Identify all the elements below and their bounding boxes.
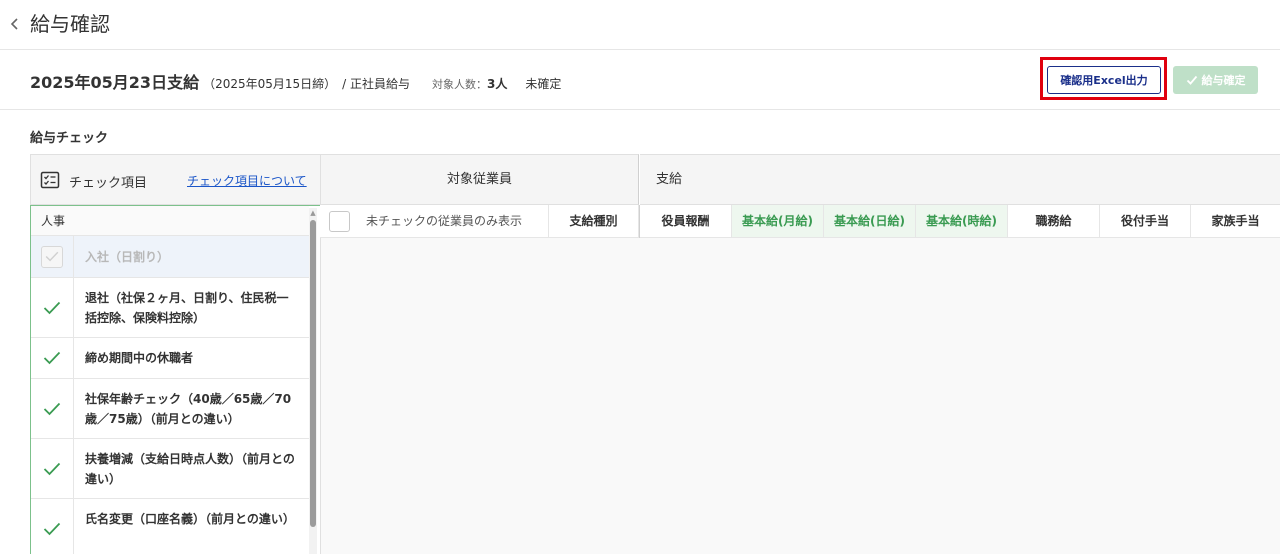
target-count-label: 対象人数： — [432, 78, 488, 91]
column-pay-type[interactable]: 支給種別 — [549, 205, 639, 237]
column-family-allowance[interactable]: 家族手当 — [1191, 205, 1280, 237]
check-item[interactable]: 氏名変更（口座名義）（前月との違い） — [31, 499, 309, 554]
check-cell[interactable] — [31, 338, 74, 378]
check-item[interactable]: 社保年齢チェック（40歳／65歳／70歳／75歳）（前月との違い） — [31, 379, 309, 439]
check-item[interactable]: 扶養増減（支給日時点人数）（前月との違い） — [31, 439, 309, 499]
check-item[interactable]: 退社（社保２ヶ月、日割り、住民税一括控除、保険料控除） — [31, 278, 309, 338]
check-cell[interactable] — [31, 439, 74, 498]
check-item-label: 氏名変更（口座名義）（前月との違い） — [85, 512, 295, 526]
check-icon — [43, 301, 61, 314]
check-icon — [43, 402, 61, 415]
payroll-type: / 正社員給与 — [342, 77, 411, 91]
chevron-left-icon — [10, 18, 18, 30]
employee-column-divider — [639, 205, 640, 238]
check-item-label: 社保年齢チェック（40歳／65歳／70歳／75歳）（前月との違い） — [85, 392, 292, 426]
category-hr: 人事 — [31, 206, 309, 236]
column-base-hourly[interactable]: 基本給(時給) — [916, 205, 1008, 237]
back-button[interactable] — [8, 12, 28, 36]
check-icon — [43, 351, 61, 365]
check-icon — [45, 251, 59, 262]
check-item[interactable]: 入社（日割り） — [31, 236, 309, 278]
check-cell[interactable] — [31, 379, 74, 438]
check-items-help-link[interactable]: チェック項目について — [187, 172, 307, 189]
column-job-pay[interactable]: 職務給 — [1008, 205, 1100, 237]
check-panel-header: チェック項目 チェック項目について — [30, 154, 320, 205]
column-base-daily[interactable]: 基本給(日給) — [824, 205, 916, 237]
page-title: 給与確認 — [30, 12, 110, 36]
unchecked-filter-label: 未チェックの従業員のみ表示 — [366, 214, 523, 228]
column-position-allowance[interactable]: 役付手当 — [1100, 205, 1191, 237]
section-title: 給与チェック — [30, 131, 109, 146]
confirm-payroll-label: 給与確定 — [1201, 74, 1246, 87]
check-icon — [43, 462, 61, 475]
top-header: 給与確認 — [0, 0, 1280, 50]
confirm-payroll-button[interactable]: 給与確定 — [1173, 66, 1258, 94]
check-item-label: 入社（日割り） — [85, 250, 170, 264]
check-item-label: 締め期間中の休職者 — [85, 351, 194, 365]
checkbox-disabled — [41, 245, 63, 268]
group-header-employee: 対象従業員 — [320, 154, 639, 205]
check-cell[interactable] — [31, 499, 74, 554]
pay-date: 2025年05月23日支給 — [30, 73, 200, 92]
column-officer-pay[interactable]: 役員報酬 — [640, 205, 732, 237]
check-icon — [43, 522, 61, 536]
check-cell[interactable] — [31, 236, 74, 277]
check-icon — [1186, 75, 1197, 85]
unchecked-only-checkbox[interactable] — [329, 211, 350, 232]
check-cell[interactable] — [31, 278, 74, 337]
column-base-monthly[interactable]: 基本給(月給) — [732, 205, 824, 237]
group-header-payment: 支給 — [640, 154, 1280, 205]
target-count-value: 3人 — [487, 77, 508, 91]
check-item-label: 退社（社保２ヶ月、日割り、住民税一括控除、保険料控除） — [85, 291, 289, 325]
table-body — [320, 238, 1280, 554]
check-list: 人事 入社（日割り） 退社（社保２ヶ月、日割り、住民税一括控除、保険料控除） 締… — [30, 205, 321, 554]
check-item[interactable]: 締め期間中の休職者 — [31, 338, 309, 379]
scroll-up-icon[interactable]: ▲ — [309, 208, 317, 218]
unchecked-filter[interactable]: 未チェックの従業員のみ表示 — [320, 205, 549, 237]
check-item-label: 扶養増減（支給日時点人数）（前月との違い） — [85, 452, 295, 486]
column-header-row: 未チェックの従業員のみ表示 支給種別 役員報酬 基本給(月給) 基本給(日給) … — [320, 205, 1280, 238]
status-label: 未確定 — [525, 77, 562, 91]
closing-date: （2025年05月15日締） — [203, 77, 337, 91]
excel-export-button[interactable]: 確認用Excel出力 — [1047, 66, 1161, 94]
scroll-thumb[interactable] — [310, 220, 316, 527]
summary-line: 2025年05月23日支給 （2025年05月15日締） / 正社員給与 対象人… — [30, 69, 561, 93]
check-panel-title: チェック項目 — [69, 176, 148, 191]
checklist-icon — [40, 171, 60, 189]
